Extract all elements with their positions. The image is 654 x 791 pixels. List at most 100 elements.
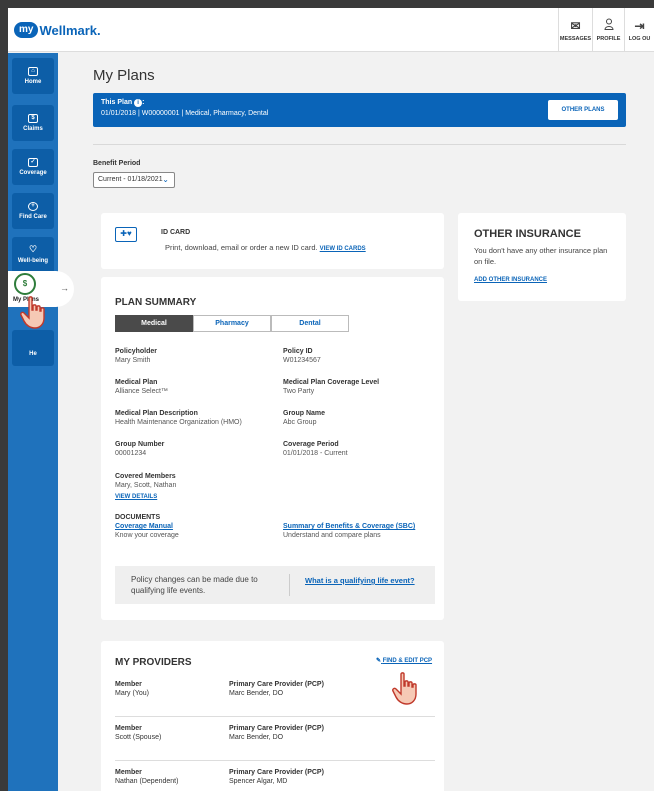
sidebar-item-coverage[interactable]: ✓ Coverage bbox=[12, 149, 54, 185]
coverage-period-field: Coverage Period 01/01/2018 - Current bbox=[283, 440, 348, 458]
profile-label: PROFILE bbox=[596, 36, 621, 42]
main-content: My Plans This Plan i: 01/01/2018 | W0000… bbox=[58, 53, 654, 791]
documents-section: DOCUMENTS Coverage Manual Know your cove… bbox=[115, 513, 179, 540]
divider bbox=[289, 574, 290, 596]
sbc-sub: Understand and compare plans bbox=[283, 532, 381, 539]
sidebar-item-well-being[interactable]: ♡ Well-being bbox=[12, 237, 54, 273]
hand-pointer-icon bbox=[392, 672, 417, 705]
pcp-cell: Primary Care Provider (PCP) Spencer Alga… bbox=[229, 768, 324, 786]
coverage-icon: ✓ bbox=[28, 158, 38, 167]
person-icon bbox=[603, 18, 614, 33]
top-header: my Wellmark. ✉ MESSAGES PROFILE ⇥ LOG OU bbox=[8, 8, 654, 52]
id-card-icon: ✚♥ bbox=[115, 227, 137, 242]
logo-text: Wellmark. bbox=[39, 22, 101, 38]
field-value: Health Maintenance Organization (HMO) bbox=[115, 419, 242, 426]
documents-label: DOCUMENTS bbox=[115, 514, 161, 521]
member-name: Mary (You) bbox=[115, 690, 149, 697]
logout-icon: ⇥ bbox=[634, 18, 645, 33]
tab-pharmacy[interactable]: Pharmacy bbox=[193, 315, 271, 332]
covered-members-field: Covered Members Mary, Scott, Nathan VIEW… bbox=[115, 472, 176, 502]
page-title: My Plans bbox=[93, 67, 155, 84]
coverage-level-field: Medical Plan Coverage Level Two Party bbox=[283, 378, 379, 396]
group-number-field: Group Number 00001234 bbox=[115, 440, 164, 458]
member-name: Nathan (Dependent) bbox=[115, 778, 179, 785]
chevron-down-icon: ⌄ bbox=[162, 175, 169, 184]
messages-button[interactable]: ✉ MESSAGES bbox=[558, 8, 592, 52]
heart-icon: ♡ bbox=[28, 244, 38, 254]
help-icon bbox=[28, 339, 38, 348]
sidebar-item-label: Claims bbox=[23, 126, 43, 132]
envelope-icon: ✉ bbox=[570, 18, 581, 33]
sidebar-item-find-care[interactable]: + Find Care bbox=[12, 193, 54, 229]
view-details-link[interactable]: VIEW DETAILS bbox=[115, 493, 176, 502]
pcp-label: Primary Care Provider (PCP) bbox=[229, 769, 324, 776]
benefit-period-select[interactable]: Current - 01/18/2021 ⌄ bbox=[93, 172, 175, 188]
tab-medical[interactable]: Medical bbox=[115, 315, 193, 332]
plan-banner-title: This Plan i: bbox=[101, 99, 145, 107]
find-care-icon: + bbox=[28, 202, 38, 211]
info-icon[interactable]: i bbox=[134, 99, 143, 107]
sidebar-item-label: Well-being bbox=[17, 258, 49, 264]
edit-icon: ✎ bbox=[376, 658, 382, 664]
coverage-manual-link[interactable]: Coverage Manual bbox=[115, 522, 179, 531]
pcp-cell: Primary Care Provider (PCP) Marc Bender,… bbox=[229, 724, 324, 742]
divider bbox=[93, 144, 626, 145]
sidebar-item-label: Home bbox=[24, 79, 42, 85]
tab-dental[interactable]: Dental bbox=[271, 315, 349, 332]
add-other-insurance-link[interactable]: ADD OTHER INSURANCE bbox=[474, 277, 547, 283]
app-frame: my Wellmark. ✉ MESSAGES PROFILE ⇥ LOG OU… bbox=[8, 8, 654, 791]
find-edit-pcp-label: FIND & EDIT PCP bbox=[382, 658, 433, 664]
group-name-field: Group Name Abc Group bbox=[283, 409, 325, 427]
field-label: Medical Plan bbox=[115, 379, 158, 386]
sidebar-item-label: Coverage bbox=[19, 170, 47, 176]
logout-label: LOG OU bbox=[628, 35, 651, 42]
find-edit-pcp-link[interactable]: ✎ FIND & EDIT PCP bbox=[376, 657, 432, 664]
field-label: Policy ID bbox=[283, 348, 313, 355]
benefit-period-label: Benefit Period bbox=[93, 160, 141, 167]
qualifying-event-text: Policy changes can be made due to qualif… bbox=[131, 575, 258, 595]
wellmark-logo[interactable]: my Wellmark. bbox=[14, 22, 101, 38]
home-icon: ⌂ bbox=[28, 67, 38, 76]
plan-banner-title-text: This Plan bbox=[101, 99, 133, 106]
field-value: Mary, Scott, Nathan bbox=[115, 482, 177, 489]
qualifying-event-link[interactable]: What is a qualifying life event? bbox=[305, 576, 415, 585]
member-label: Member bbox=[115, 725, 142, 732]
field-value: Abc Group bbox=[283, 419, 317, 426]
member-cell: Member Nathan (Dependent) bbox=[115, 768, 178, 786]
sidebar-item-label: Find Care bbox=[19, 214, 47, 220]
claims-icon: $ bbox=[28, 114, 38, 123]
pcp-name: Marc Bender, DO bbox=[229, 734, 284, 741]
member-label: Member bbox=[115, 681, 142, 688]
id-card-title: ID CARD bbox=[161, 229, 191, 236]
sidebar-item-claims[interactable]: $ Claims bbox=[12, 105, 54, 141]
field-value: W01234567 bbox=[283, 357, 321, 364]
field-label: Group Name bbox=[283, 410, 326, 417]
pcp-label: Primary Care Provider (PCP) bbox=[229, 725, 324, 732]
member-name: Scott (Spouse) bbox=[115, 734, 162, 741]
sidebar-item-help[interactable]: He bbox=[12, 330, 54, 366]
policyholder-field: Policyholder Mary Smith bbox=[115, 347, 157, 365]
field-value: 01/01/2018 - Current bbox=[283, 450, 348, 457]
sidebar-item-label: He bbox=[29, 351, 37, 357]
other-plans-button[interactable]: OTHER PLANS bbox=[548, 100, 618, 120]
medical-plan-field: Medical Plan Alliance Select™ bbox=[115, 378, 168, 396]
coverage-manual-sub: Know your coverage bbox=[115, 532, 179, 539]
field-value: Two Party bbox=[283, 388, 315, 395]
pcp-name: Marc Bender, DO bbox=[229, 690, 284, 697]
other-insurance-text: You don't have any other insurance plan … bbox=[474, 246, 608, 266]
qualifying-event-box: Policy changes can be made due to qualif… bbox=[115, 566, 435, 604]
provider-row: Member Mary (You) Primary Care Provider … bbox=[115, 673, 435, 717]
member-cell: Member Scott (Spouse) bbox=[115, 724, 161, 742]
sbc-link[interactable]: Summary of Benefits & Coverage (SBC) bbox=[283, 522, 415, 531]
pcp-cell: Primary Care Provider (PCP) Marc Bender,… bbox=[229, 680, 324, 698]
profile-button[interactable]: PROFILE bbox=[592, 8, 624, 52]
view-id-cards-link[interactable]: VIEW ID CARDS bbox=[320, 246, 366, 252]
my-providers-panel: MY PROVIDERS ✎ FIND & EDIT PCP Member Ma… bbox=[101, 641, 444, 791]
sidebar-item-home[interactable]: ⌂ Home bbox=[12, 58, 54, 94]
id-card-description: Print, download, email or order a new ID… bbox=[165, 243, 318, 252]
logout-button[interactable]: ⇥ LOG OU bbox=[624, 8, 654, 52]
field-value: Alliance Select™ bbox=[115, 388, 168, 395]
my-providers-title: MY PROVIDERS bbox=[115, 657, 192, 668]
member-label: Member bbox=[115, 769, 142, 776]
plan-banner: This Plan i: 01/01/2018 | W00000001 | Me… bbox=[93, 93, 626, 127]
